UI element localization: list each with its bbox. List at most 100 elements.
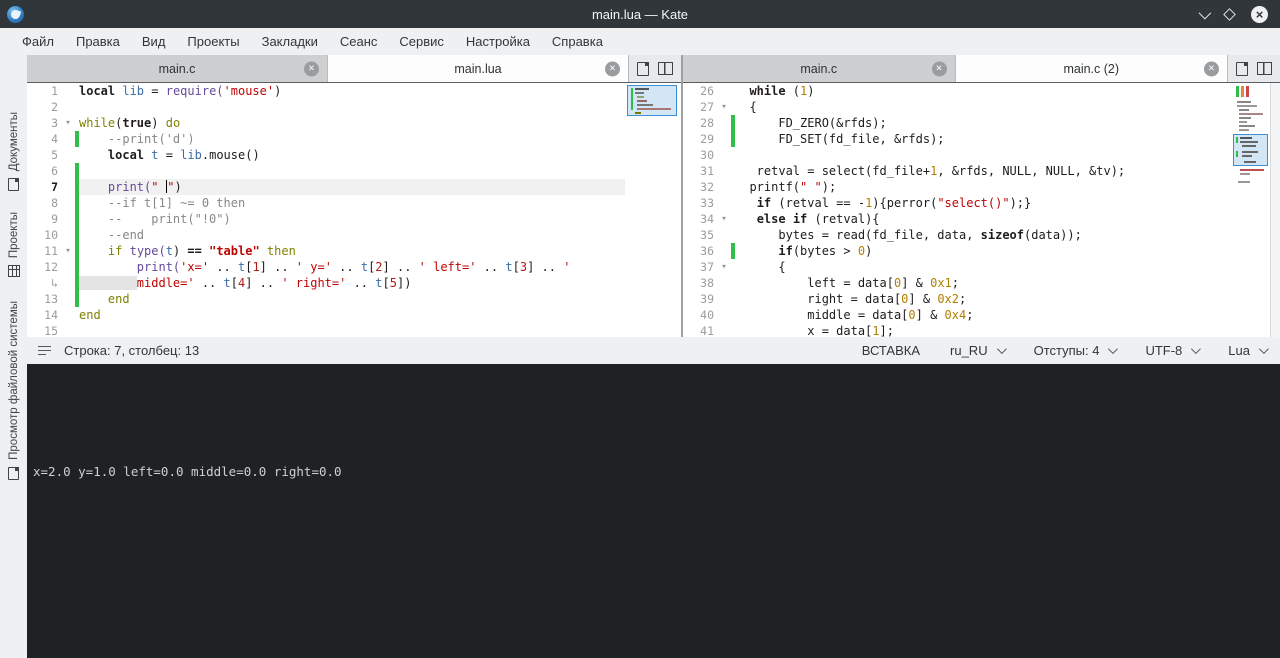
line-number: 8 <box>51 196 58 210</box>
menu-item-5[interactable]: Сеанс <box>329 30 389 53</box>
code-line[interactable]: 1 local lib = require('mouse') <box>27 83 625 99</box>
fold-column <box>717 179 731 195</box>
code-line[interactable]: 29 FD_SET(fd_file, &rfds); <box>683 131 1232 147</box>
indentation-select[interactable]: Отступы: 4 <box>1034 343 1119 358</box>
fold-column <box>61 275 75 291</box>
menu-item-1[interactable]: Правка <box>65 30 131 53</box>
code-line[interactable]: 7 print(" ") <box>27 179 625 195</box>
code-line[interactable]: 9 -- print("!0") <box>27 211 625 227</box>
fold-column <box>717 131 731 147</box>
code-line[interactable]: 13 end <box>27 291 625 307</box>
code-line[interactable]: 2 <box>27 99 625 115</box>
fold-column <box>717 307 731 323</box>
minimap-scrollbar[interactable] <box>1232 83 1270 337</box>
close-icon[interactable]: × <box>304 61 319 76</box>
split-view-button[interactable] <box>657 62 673 75</box>
maximize-button[interactable] <box>1223 7 1236 21</box>
code-line[interactable]: 8 --if t[1] ~= 0 then <box>27 195 625 211</box>
menu-item-3[interactable]: Проекты <box>176 30 250 53</box>
fold-arrow-icon[interactable]: ▾ <box>61 115 75 131</box>
code-text: -- print("!0") <box>79 212 231 226</box>
code-area[interactable]: 26 while (1) 27 ▾ {28 FD_ZERO(&rfds); 29 FD… <box>683 83 1232 337</box>
menu-item-8[interactable]: Справка <box>541 30 614 53</box>
menu-item-7[interactable]: Настройка <box>455 30 541 53</box>
fold-column <box>717 291 731 307</box>
document-icon <box>8 178 19 192</box>
menu-item-2[interactable]: Вид <box>131 30 177 53</box>
code-text: --end <box>79 228 145 242</box>
fold-arrow-icon[interactable]: ▾ <box>717 99 731 115</box>
close-icon[interactable]: × <box>605 61 620 76</box>
split-view-button[interactable] <box>1256 62 1272 75</box>
sidebar-item-filesystem-browser[interactable]: Просмотр файловой системы <box>0 301 27 480</box>
code-text: { <box>735 100 757 114</box>
code-text: if type(t) == "table" then <box>107 244 296 258</box>
menubar: Файл Правка Вид Проекты Закладки Сеанс Сервис Н… <box>0 28 1280 55</box>
left-tabbar: main.c × main.lua × <box>27 55 681 83</box>
code-line[interactable]: 26 while (1) <box>683 83 1232 99</box>
tab-main-c[interactable]: main.c × <box>683 55 956 82</box>
line-settings-icon[interactable] <box>38 345 51 356</box>
code-area[interactable]: 1 local lib = require('mouse') 2 3 ▾ while(tr… <box>27 83 625 337</box>
code-line[interactable]: 33 if (retval == -1){perror("select()");… <box>683 195 1232 211</box>
tab-main-c[interactable]: main.c × <box>27 55 328 82</box>
insert-mode-indicator[interactable]: ВСТАВКА <box>862 343 920 358</box>
code-line[interactable]: 12 print('x=' .. t[1] .. ' y=' .. t[2] .… <box>27 259 625 275</box>
code-text: { <box>735 260 786 274</box>
new-document-button[interactable] <box>637 61 650 76</box>
dictionary-select[interactable]: ru_RU <box>950 343 1007 358</box>
close-icon[interactable]: × <box>1204 61 1219 76</box>
line-number: 11 <box>44 244 58 258</box>
code-line[interactable]: 35 bytes = read(fd_file, data, sizeof(da… <box>683 227 1232 243</box>
code-line[interactable]: 37 ▾ { <box>683 259 1232 275</box>
new-document-button[interactable] <box>1236 61 1249 76</box>
code-line[interactable]: 36 if(bytes > 0) <box>683 243 1232 259</box>
code-text: FD_ZERO(&rfds); <box>735 116 887 130</box>
code-line[interactable]: 32 printf(" "); <box>683 179 1232 195</box>
menu-item-0[interactable]: Файл <box>11 30 65 53</box>
menu-item-6[interactable]: Сервис <box>388 30 455 53</box>
tab-main-c-2-[interactable]: main.c (2) × <box>955 55 1228 82</box>
fold-arrow-icon[interactable]: ▾ <box>61 243 75 259</box>
line-number: 33 <box>700 196 714 210</box>
code-line[interactable]: 41 x = data[1]; <box>683 323 1232 337</box>
encoding-select[interactable]: UTF-8 <box>1145 343 1202 358</box>
code-line[interactable]: ↳ middle=' .. t[4] .. ' right=' .. t[5]) <box>27 275 625 291</box>
code-line[interactable]: 30 <box>683 147 1232 163</box>
minimap-scrollbar[interactable] <box>625 83 681 337</box>
code-line[interactable]: 27 ▾ { <box>683 99 1232 115</box>
code-line[interactable]: 39 right = data[0] & 0x2; <box>683 291 1232 307</box>
fold-arrow-icon[interactable]: ▾ <box>717 259 731 275</box>
left-editor-pane: main.c × main.lua × 1 local lib = require('m… <box>27 55 681 337</box>
code-line[interactable]: 34 ▾ else if (retval){ <box>683 211 1232 227</box>
code-line[interactable]: 3 ▾ while(true) do <box>27 115 625 131</box>
code-line[interactable]: 28 FD_ZERO(&rfds); <box>683 115 1232 131</box>
vertical-scrollbar[interactable] <box>1270 83 1280 337</box>
syntax-select[interactable]: Lua <box>1228 343 1269 358</box>
fold-column <box>61 307 75 323</box>
code-line[interactable]: 10 --end <box>27 227 625 243</box>
fold-arrow-icon[interactable]: ▾ <box>717 211 731 227</box>
sidebar-item-projects[interactable]: Проекты <box>0 212 27 278</box>
code-line[interactable]: 40 middle = data[0] & 0x4; <box>683 307 1232 323</box>
line-number: 12 <box>44 260 58 274</box>
code-line[interactable]: 6 <box>27 163 625 179</box>
tab-main-lua[interactable]: main.lua × <box>328 55 629 82</box>
close-button[interactable]: × <box>1251 5 1268 23</box>
code-line[interactable]: 14 end <box>27 307 625 323</box>
fold-column <box>61 211 75 227</box>
code-line[interactable]: 15 <box>27 323 625 337</box>
code-line[interactable]: 38 left = data[0] & 0x1; <box>683 275 1232 291</box>
code-text: local t = lib.mouse() <box>107 148 260 162</box>
sidebar-item-documents[interactable]: Документы <box>0 112 27 192</box>
code-line[interactable]: 31 retval = select(fd_file+1, &rfds, NUL… <box>683 163 1232 179</box>
code-line[interactable]: 4 --print('d') <box>27 131 625 147</box>
code-line[interactable]: 11 ▾ if type(t) == "table" then <box>27 243 625 259</box>
menu-item-4[interactable]: Закладки <box>251 30 329 53</box>
minimize-button[interactable] <box>1198 6 1212 19</box>
close-icon[interactable]: × <box>931 61 947 76</box>
code-line[interactable]: 5 local t = lib.mouse() <box>27 147 625 163</box>
terminal-panel[interactable]: x=2.0 y=1.0 left=0.0 middle=0.0 right=0.… <box>27 364 1280 658</box>
tab-label: main.c <box>158 61 196 76</box>
